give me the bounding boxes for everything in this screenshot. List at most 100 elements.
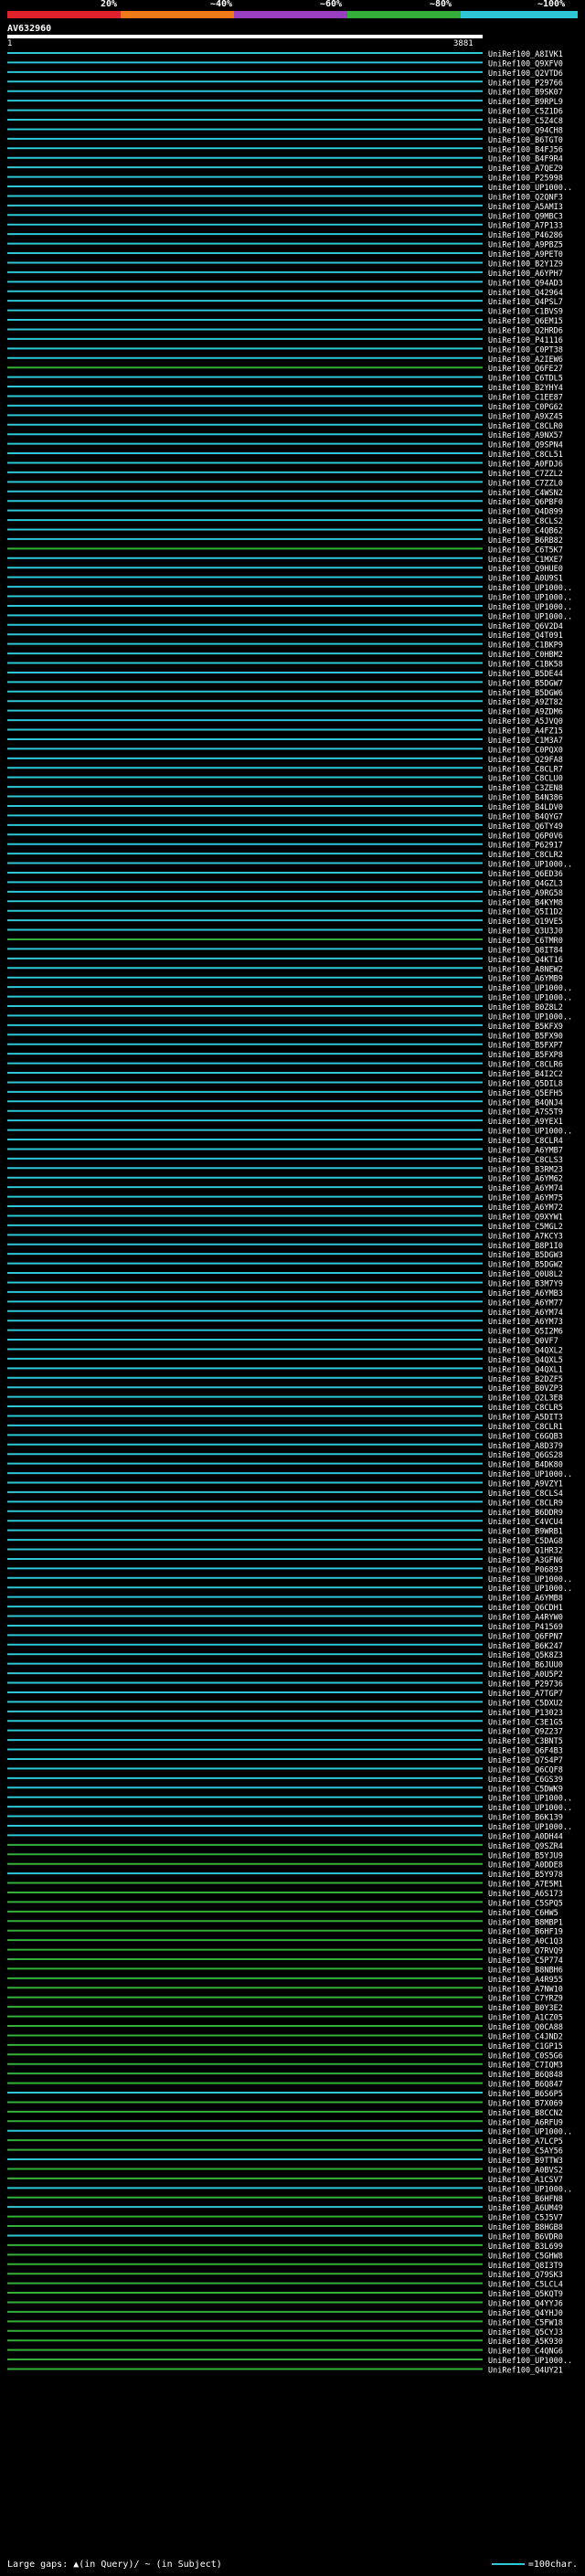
hit-label[interactable]: UniRef100_C6GQB3 (488, 1432, 563, 1441)
hit-label[interactable]: UniRef100_A7P133 (488, 222, 563, 231)
hit-label[interactable]: UniRef100_C8CLR5 (488, 1404, 563, 1413)
hit-label[interactable]: UniRef100_A6UM49 (488, 2204, 563, 2213)
hit-label[interactable]: UniRef100_Q9Z237 (488, 1728, 563, 1737)
hit-label[interactable]: UniRef100_C5GHW8 (488, 2252, 563, 2261)
hit-label[interactable]: UniRef100_Q29FA8 (488, 756, 563, 765)
hit-label[interactable]: UniRef100_B6RB82 (488, 536, 563, 546)
hit-label[interactable]: UniRef100_Q4D899 (488, 508, 563, 517)
hit-label[interactable]: UniRef100_B4KYM8 (488, 898, 563, 907)
hit-label[interactable]: UniRef100_B5DGW7 (488, 679, 563, 688)
hit-label[interactable]: UniRef100_C0PQX0 (488, 746, 563, 755)
hit-label[interactable]: UniRef100_Q9HUE0 (488, 565, 563, 574)
hit-label[interactable]: UniRef100_C5DXU2 (488, 1699, 563, 1708)
hit-label[interactable]: UniRef100_Q6TY49 (488, 822, 563, 832)
hit-label[interactable]: UniRef100_B9TTW3 (488, 2157, 563, 2166)
hit-label[interactable]: UniRef100_B5DE44 (488, 670, 563, 679)
hit-label[interactable]: UniRef100_Q9XYW1 (488, 1213, 563, 1222)
hit-label[interactable]: UniRef100_A9PET0 (488, 250, 563, 260)
hit-label[interactable]: UniRef100_UP1000.. (488, 1585, 572, 1594)
hit-label[interactable]: UniRef100_B4FJ56 (488, 145, 563, 154)
hit-label[interactable]: UniRef100_Q6PBF0 (488, 498, 563, 507)
hit-label[interactable]: UniRef100_B6K139 (488, 1814, 563, 1823)
hit-label[interactable]: UniRef100_C0PT38 (488, 345, 563, 355)
hit-label[interactable]: UniRef100_C0S5G6 (488, 2051, 563, 2061)
hit-label[interactable]: UniRef100_B0VZP3 (488, 1384, 563, 1394)
hit-label[interactable]: UniRef100_A5JVQ0 (488, 717, 563, 726)
hit-label[interactable]: UniRef100_A0C1Q3 (488, 1937, 563, 1946)
hit-label[interactable]: UniRef100_A0U5P2 (488, 1670, 563, 1680)
hit-label[interactable]: UniRef100_A5DIT3 (488, 1413, 563, 1422)
hit-label[interactable]: UniRef100_C5MGL2 (488, 1223, 563, 1232)
hit-label[interactable]: UniRef100_B6JUU0 (488, 1661, 563, 1670)
hit-label[interactable]: UniRef100_A8D379 (488, 1442, 563, 1451)
hit-label[interactable]: UniRef100_B4I2C2 (488, 1070, 563, 1079)
hit-label[interactable]: UniRef100_A0DDE8 (488, 1861, 563, 1871)
hit-label[interactable]: UniRef100_C8CLR6 (488, 1061, 563, 1070)
hit-label[interactable]: UniRef100_UP1000.. (488, 603, 572, 612)
hit-label[interactable]: UniRef100_A6YM74 (488, 1309, 563, 1318)
hit-label[interactable]: UniRef100_UP1000.. (488, 594, 572, 603)
hit-label[interactable]: UniRef100_Q6EM15 (488, 317, 563, 326)
hit-label[interactable]: UniRef100_B3M7Y9 (488, 1279, 563, 1288)
hit-label[interactable]: UniRef100_Q94CH8 (488, 126, 563, 135)
hit-label[interactable]: UniRef100_A7NW10 (488, 1985, 563, 1994)
hit-label[interactable]: UniRef100_A6YMB3 (488, 1289, 563, 1299)
hit-label[interactable]: UniRef100_B0Z8L2 (488, 1003, 563, 1012)
hit-label[interactable]: UniRef100_C5LCL4 (488, 2281, 563, 2290)
hit-label[interactable]: UniRef100_Q4GZL3 (488, 879, 563, 888)
hit-label[interactable]: UniRef100_B8MBP1 (488, 1918, 563, 1927)
hit-label[interactable]: UniRef100_C4QB62 (488, 527, 563, 536)
hit-label[interactable]: UniRef100_UP1000.. (488, 584, 572, 593)
hit-label[interactable]: UniRef100_Q8IT84 (488, 946, 563, 955)
hit-label[interactable]: UniRef100_A7E5M1 (488, 1881, 563, 1890)
hit-label[interactable]: UniRef100_A8NEW2 (488, 965, 563, 974)
hit-label[interactable]: UniRef100_P46286 (488, 231, 563, 240)
hit-label[interactable]: UniRef100_A6YMB8 (488, 1595, 563, 1604)
hit-label[interactable]: UniRef100_A7LCP5 (488, 2137, 563, 2147)
hit-label[interactable]: UniRef100_Q7RVQ9 (488, 1947, 563, 1956)
hit-label[interactable]: UniRef100_B9RPL9 (488, 98, 563, 107)
hit-label[interactable]: UniRef100_Q2VTD6 (488, 69, 563, 79)
hit-label[interactable]: UniRef100_C5P774 (488, 1956, 563, 1966)
hit-label[interactable]: UniRef100_Q4QXL2 (488, 1346, 563, 1355)
hit-label[interactable]: UniRef100_C5Z1D6 (488, 108, 563, 117)
hit-label[interactable]: UniRef100_Q4YYJ6 (488, 2299, 563, 2308)
hit-label[interactable]: UniRef100_Q2L3E8 (488, 1394, 563, 1404)
hit-label[interactable]: UniRef100_P25998 (488, 175, 563, 184)
hit-label[interactable]: UniRef100_A0DH44 (488, 1832, 563, 1841)
hit-label[interactable]: UniRef100_Q5EFH5 (488, 1089, 563, 1098)
hit-label[interactable]: UniRef100_C5Z4C8 (488, 117, 563, 126)
hit-label[interactable]: UniRef100_A5AMI3 (488, 203, 563, 212)
hit-label[interactable]: UniRef100_C8CLS2 (488, 517, 563, 526)
hit-label[interactable]: UniRef100_Q6ED36 (488, 870, 563, 879)
hit-label[interactable]: UniRef100_Q42964 (488, 289, 563, 298)
hit-label[interactable]: UniRef100_Q4PSL7 (488, 298, 563, 307)
hit-label[interactable]: UniRef100_B5Y978 (488, 1871, 563, 1880)
hit-label[interactable]: UniRef100_A4FZ15 (488, 727, 563, 737)
hit-label[interactable]: UniRef100_Q6GS28 (488, 1451, 563, 1460)
hit-label[interactable]: UniRef100_C0PG62 (488, 403, 563, 412)
hit-label[interactable]: UniRef100_A9NX57 (488, 431, 563, 440)
hit-label[interactable]: UniRef100_A1CSV7 (488, 2176, 563, 2185)
hit-label[interactable]: UniRef100_C4VCU4 (488, 1518, 563, 1527)
hit-label[interactable]: UniRef100_A6YMB9 (488, 975, 563, 984)
hit-label[interactable]: UniRef100_Q4UY21 (488, 2366, 563, 2375)
hit-label[interactable]: UniRef100_Q9MBC3 (488, 212, 563, 221)
hit-label[interactable]: UniRef100_UP1000.. (488, 984, 572, 993)
hit-label[interactable]: UniRef100_B0Y3E2 (488, 2004, 563, 2013)
hit-label[interactable]: UniRef100_C7ZZL0 (488, 479, 563, 488)
hit-label[interactable]: UniRef100_B4LDV0 (488, 803, 563, 812)
hit-label[interactable]: UniRef100_A6YM72 (488, 1203, 563, 1213)
hit-label[interactable]: UniRef100_Q79SK3 (488, 2271, 563, 2280)
hit-label[interactable]: UniRef100_B6Q848 (488, 2071, 563, 2080)
hit-label[interactable]: UniRef100_C5J5V7 (488, 2214, 563, 2223)
hit-label[interactable]: UniRef100_UP1000.. (488, 2185, 572, 2194)
hit-label[interactable]: UniRef100_P13023 (488, 1709, 563, 1718)
hit-label[interactable]: UniRef100_P29736 (488, 1680, 563, 1690)
hit-label[interactable]: UniRef100_C1BK58 (488, 661, 563, 670)
hit-label[interactable]: UniRef100_C3E1G5 (488, 1718, 563, 1727)
hit-label[interactable]: UniRef100_UP1000.. (488, 612, 572, 621)
hit-label[interactable]: UniRef100_C8CLS4 (488, 1489, 563, 1499)
hit-label[interactable]: UniRef100_Q0U8L2 (488, 1270, 563, 1279)
hit-label[interactable]: UniRef100_A6S173 (488, 1890, 563, 1899)
